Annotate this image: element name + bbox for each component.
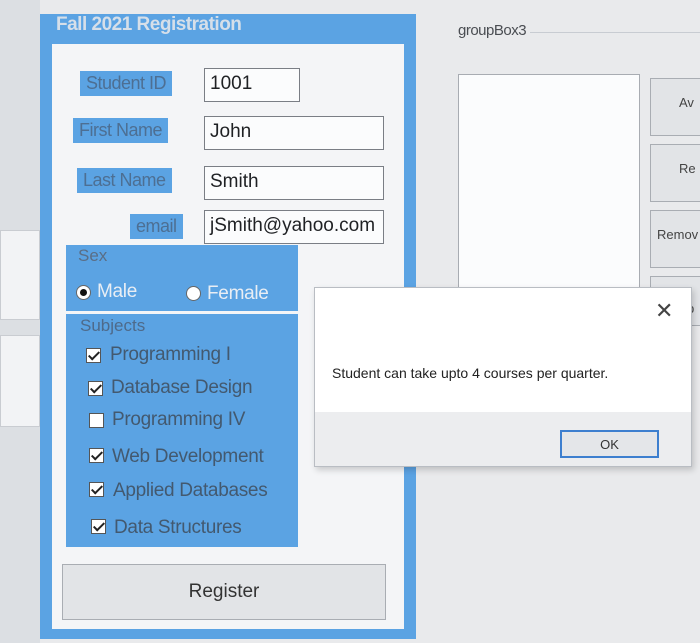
- student-id-input[interactable]: 1001: [204, 68, 300, 102]
- first-name-input[interactable]: John: [204, 116, 384, 150]
- web-development-checkbox[interactable]: [89, 448, 104, 463]
- sex-group-title: Sex: [78, 246, 108, 265]
- register-button[interactable]: Register: [62, 564, 386, 620]
- groupbox3-title: groupBox3: [458, 22, 527, 39]
- last-name-input[interactable]: Smith: [204, 166, 384, 200]
- registration-title: Fall 2021 Registration: [56, 14, 242, 35]
- add-course-button[interactable]: Av: [650, 78, 700, 136]
- programming-i-checkbox[interactable]: [86, 348, 101, 363]
- email-input[interactable]: jSmith@yahoo.com: [204, 210, 384, 244]
- background-window-edge: [0, 230, 40, 320]
- ok-button[interactable]: OK: [560, 430, 659, 458]
- available-courses-listbox[interactable]: [458, 74, 640, 294]
- programming-iv-label[interactable]: Programming IV: [112, 409, 245, 431]
- programming-i-label[interactable]: Programming I: [110, 344, 231, 366]
- email-label: email: [130, 214, 183, 239]
- dialog-message: Student can take upto 4 courses per quar…: [332, 365, 609, 381]
- remove-button[interactable]: Remov: [650, 210, 700, 268]
- first-name-label: First Name: [73, 118, 169, 143]
- female-radio-label[interactable]: Female: [207, 283, 269, 305]
- web-development-label[interactable]: Web Development: [112, 446, 264, 468]
- groupbox3-border: [530, 32, 700, 33]
- last-name-label: Last Name: [77, 168, 172, 193]
- programming-iv-checkbox[interactable]: [89, 413, 104, 428]
- student-id-label: Student ID: [80, 71, 173, 96]
- database-design-checkbox[interactable]: [88, 381, 103, 396]
- data-structures-checkbox[interactable]: [91, 519, 106, 534]
- background-window-edge: [0, 335, 40, 427]
- desktop-left-strip: [0, 0, 40, 643]
- database-design-label[interactable]: Database Design: [111, 377, 253, 399]
- re-button[interactable]: Re: [650, 144, 700, 202]
- applied-databases-checkbox[interactable]: [89, 482, 104, 497]
- male-radio[interactable]: [76, 285, 91, 300]
- applied-databases-label[interactable]: Applied Databases: [113, 480, 268, 502]
- subjects-group-title: Subjects: [80, 316, 146, 335]
- data-structures-label[interactable]: Data Structures: [114, 517, 242, 539]
- male-radio-label[interactable]: Male: [97, 281, 137, 303]
- female-radio[interactable]: [186, 286, 201, 301]
- close-icon[interactable]: ✕: [655, 300, 673, 322]
